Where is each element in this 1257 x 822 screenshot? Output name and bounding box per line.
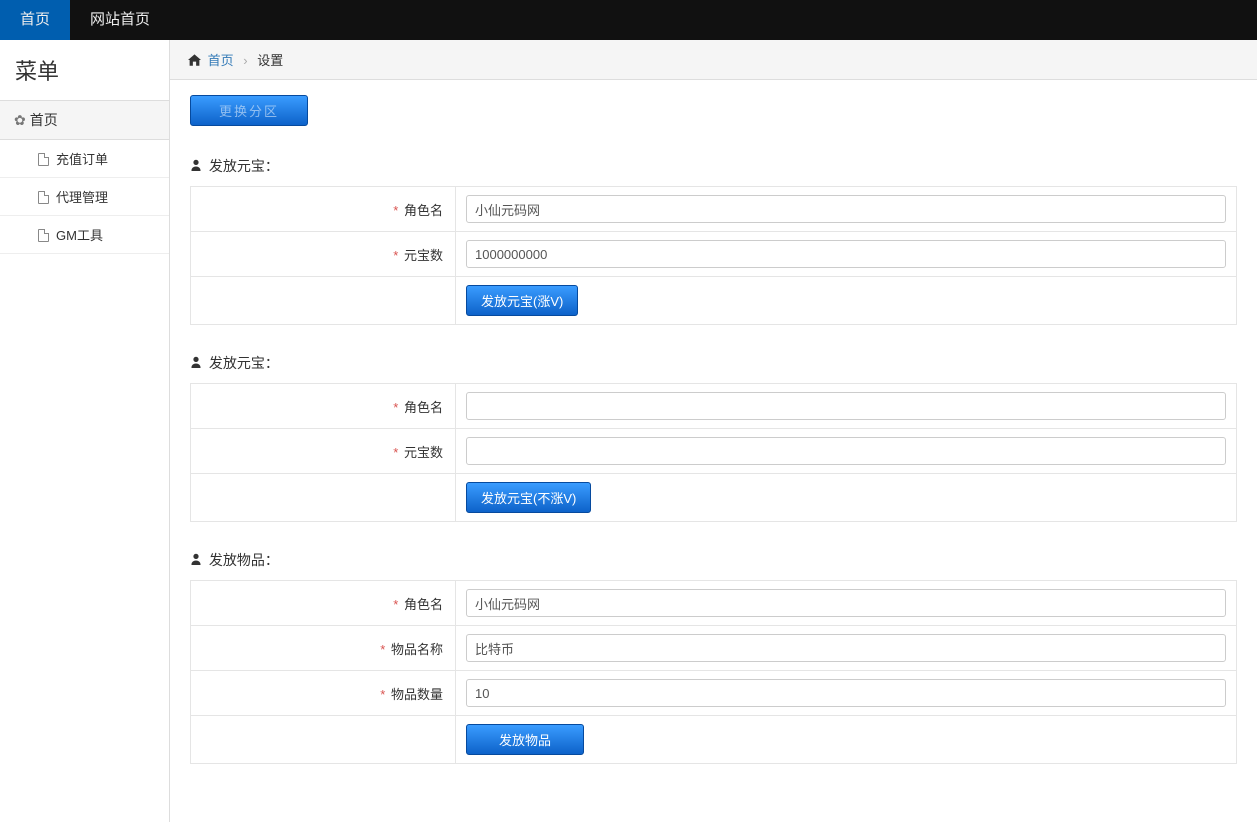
field-label: 角色名	[404, 400, 443, 415]
sidebar-item-label: 代理管理	[56, 190, 108, 205]
sidebar-item-label: 充值订单	[56, 152, 108, 167]
sidebar-item-recharge[interactable]: 充值订单	[0, 140, 169, 178]
main-content: 首页 › 设置 更换分区 发放元宝： * 角色名 * 元宝数	[170, 40, 1257, 822]
section-title-text: 发放元宝：	[209, 158, 279, 174]
file-icon	[38, 153, 49, 166]
nav-site-home[interactable]: 网站首页	[70, 0, 170, 40]
sidebar-section-home[interactable]: ✿首页	[0, 100, 169, 140]
form-yuanbao-nov: * 角色名 * 元宝数 发放元宝(不涨V)	[190, 383, 1237, 522]
nav-home[interactable]: 首页	[0, 0, 70, 40]
item-qty-input[interactable]	[466, 679, 1226, 707]
submit-yuanbao-nov-button[interactable]: 发放元宝(不涨V)	[466, 482, 591, 513]
section-title-text: 发放物品：	[209, 552, 279, 568]
home-icon	[188, 53, 205, 68]
section-title-text: 发放元宝：	[209, 355, 279, 371]
sidebar-title: 菜单	[0, 40, 169, 100]
person-icon	[190, 355, 202, 371]
field-label: 角色名	[404, 597, 443, 612]
file-icon	[38, 229, 49, 242]
sidebar: 菜单 ✿首页 充值订单 代理管理 GM工具	[0, 40, 170, 822]
section-title-yuanbao-nov: 发放元宝：	[190, 353, 1237, 373]
role-name-input[interactable]	[466, 392, 1226, 420]
field-label: 元宝数	[404, 445, 443, 460]
yuanbao-count-input[interactable]	[466, 240, 1226, 268]
switch-zone-button[interactable]: 更换分区	[190, 95, 308, 126]
submit-yuanbao-v-button[interactable]: 发放元宝(涨V)	[466, 285, 578, 316]
person-icon	[190, 158, 202, 174]
breadcrumb-separator: ›	[243, 53, 247, 68]
role-name-input[interactable]	[466, 195, 1226, 223]
field-label: 物品数量	[391, 687, 443, 702]
field-label: 角色名	[404, 203, 443, 218]
sidebar-item-label: GM工具	[56, 228, 103, 243]
top-nav: 首页 网站首页	[0, 0, 1257, 40]
sidebar-section-label: 首页	[30, 112, 58, 128]
role-name-input[interactable]	[466, 589, 1226, 617]
section-title-items: 发放物品：	[190, 550, 1237, 570]
submit-items-button[interactable]: 发放物品	[466, 724, 584, 755]
breadcrumb: 首页 › 设置	[170, 40, 1257, 80]
field-label: 物品名称	[391, 642, 443, 657]
breadcrumb-home-link[interactable]: 首页	[208, 53, 234, 68]
gear-icon: ✿	[14, 112, 26, 129]
yuanbao-count-input[interactable]	[466, 437, 1226, 465]
sidebar-item-agent[interactable]: 代理管理	[0, 178, 169, 216]
breadcrumb-current: 设置	[257, 53, 283, 68]
sidebar-item-gmtool[interactable]: GM工具	[0, 216, 169, 254]
form-yuanbao-v: * 角色名 * 元宝数 发放元宝(涨V)	[190, 186, 1237, 325]
form-items: * 角色名 * 物品名称 * 物品数量 发放物品	[190, 580, 1237, 764]
item-name-input[interactable]	[466, 634, 1226, 662]
section-title-yuanbao-v: 发放元宝：	[190, 156, 1237, 176]
field-label: 元宝数	[404, 248, 443, 263]
file-icon	[38, 191, 49, 204]
person-icon	[190, 552, 202, 568]
